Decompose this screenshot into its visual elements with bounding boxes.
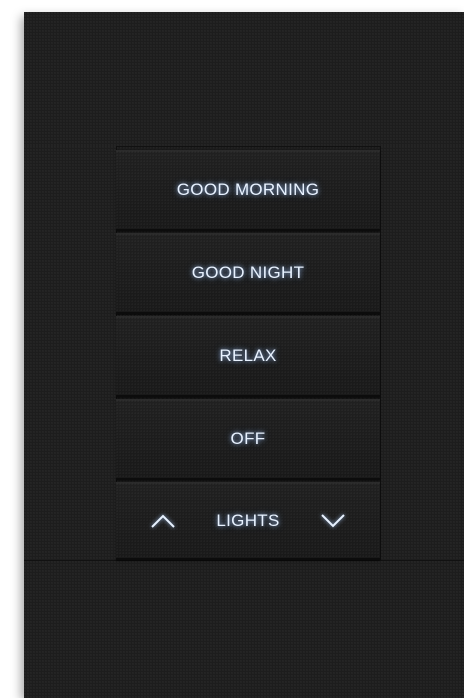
- relax-label: RELAX: [219, 346, 277, 365]
- off-label: OFF: [230, 429, 266, 448]
- good-morning-button[interactable]: GOOD MORNING: [116, 150, 380, 231]
- lights-rocker: LIGHTS: [116, 482, 380, 560]
- good-night-label: GOOD NIGHT: [191, 263, 305, 282]
- button-column: GOOD MORNING GOOD NIGHT RELAX OFF LIGHTS: [116, 146, 380, 560]
- faceplate-bottom: [24, 560, 464, 698]
- lights-label: LIGHTS: [216, 510, 280, 530]
- good-night-button[interactable]: GOOD NIGHT: [116, 233, 380, 314]
- chevron-up-icon[interactable]: [150, 512, 176, 530]
- faceplate-left: [24, 146, 117, 560]
- lighting-keypad: GOOD MORNING GOOD NIGHT RELAX OFF LIGHTS: [24, 12, 464, 698]
- off-button[interactable]: OFF: [116, 399, 380, 480]
- chevron-down-icon[interactable]: [320, 512, 346, 530]
- faceplate-right: [380, 146, 464, 560]
- faceplate-top: [24, 12, 464, 147]
- relax-button[interactable]: RELAX: [116, 316, 380, 397]
- good-morning-label: GOOD MORNING: [176, 180, 320, 199]
